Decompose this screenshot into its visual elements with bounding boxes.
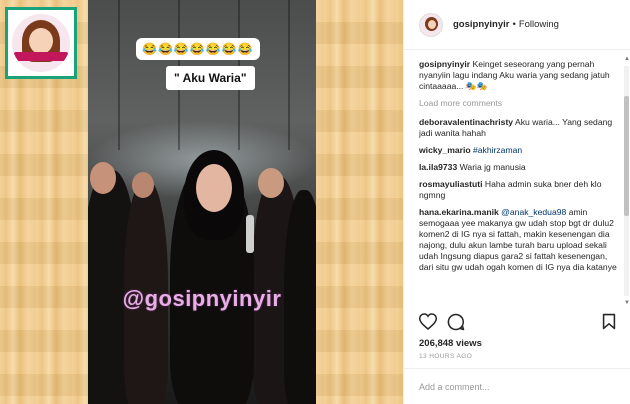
bookmark-icon[interactable] bbox=[602, 313, 616, 330]
crowd-face bbox=[90, 162, 116, 194]
comment-username[interactable]: rosmayuliastuti bbox=[419, 179, 483, 189]
comment-item: la.ila9733 Waria jg manusia bbox=[419, 162, 621, 173]
load-more-comments[interactable]: Load more comments bbox=[419, 98, 621, 108]
comment-item: hana.ekarina.manik @anak_kedua98 amin se… bbox=[419, 207, 621, 273]
comment-text: Waria jg manusia bbox=[459, 162, 526, 172]
comment-item: deboravalentinachristy Aku waria... Yang… bbox=[419, 117, 621, 139]
video-frame[interactable]: 😂😂😂😂😂😂😂 " Aku Waria" @gosipnyinyir bbox=[88, 0, 316, 404]
scroll-down-icon[interactable]: ▼ bbox=[624, 300, 630, 306]
following-button[interactable]: Following bbox=[519, 19, 559, 30]
comment-item: rosmayuliastuti Haha admin suka bner deh… bbox=[419, 179, 621, 201]
scrollbar-thumb[interactable] bbox=[624, 96, 629, 216]
earring bbox=[246, 215, 254, 253]
heart-icon[interactable] bbox=[419, 313, 437, 330]
add-comment-input[interactable]: Add a comment... bbox=[404, 368, 630, 404]
post-header: gosipnyinyir • Following bbox=[404, 0, 630, 50]
account-logo bbox=[5, 7, 77, 79]
emoji-sticker: 😂😂😂😂😂😂😂 bbox=[136, 38, 260, 60]
comment-username[interactable]: gosipnyinyir bbox=[419, 59, 470, 69]
post-side-panel: gosipnyinyir • Following gosipnyinyir Ke… bbox=[403, 0, 630, 404]
comment-username[interactable]: deboravalentinachristy bbox=[419, 117, 513, 127]
comments-list: gosipnyinyir Keinget seseorang yang pern… bbox=[404, 51, 630, 307]
video-caption: " Aku Waria" bbox=[166, 66, 255, 90]
logo-avatar-illustration bbox=[12, 14, 70, 72]
post-timestamp[interactable]: 13 HOURS AGO bbox=[419, 353, 472, 360]
crowd-face bbox=[132, 172, 154, 198]
comment-hashtag[interactable]: #akhirzaman bbox=[473, 145, 522, 155]
video-watermark: @gosipnyinyir bbox=[122, 286, 282, 311]
caption-comment: gosipnyinyir Keinget seseorang yang pern… bbox=[419, 59, 621, 92]
comment-item: wicky_mario #akhirzaman bbox=[419, 145, 621, 156]
comment-username[interactable]: wicky_mario bbox=[419, 145, 471, 155]
view-count[interactable]: 206,848 views bbox=[419, 338, 482, 349]
header-separator: • bbox=[512, 19, 516, 30]
comment-username[interactable]: hana.ekarina.manik bbox=[419, 207, 499, 217]
scroll-up-icon[interactable]: ▲ bbox=[624, 56, 630, 62]
singer-face bbox=[196, 164, 232, 212]
header-username[interactable]: gosipnyinyir bbox=[453, 19, 509, 30]
comments-scrollbar[interactable]: ▲ ▼ bbox=[624, 56, 630, 306]
comment-mention[interactable]: @anak_kedua98 bbox=[501, 207, 566, 217]
comment-username[interactable]: la.ila9733 bbox=[419, 162, 457, 172]
crowd-face bbox=[258, 168, 284, 198]
comment-icon[interactable] bbox=[447, 313, 465, 331]
instagram-post: 😂😂😂😂😂😂😂 " Aku Waria" @gosipnyinyir gosip… bbox=[0, 0, 630, 404]
post-actions bbox=[419, 313, 616, 333]
post-media[interactable]: 😂😂😂😂😂😂😂 " Aku Waria" @gosipnyinyir bbox=[0, 0, 403, 404]
avatar[interactable] bbox=[419, 12, 443, 37]
